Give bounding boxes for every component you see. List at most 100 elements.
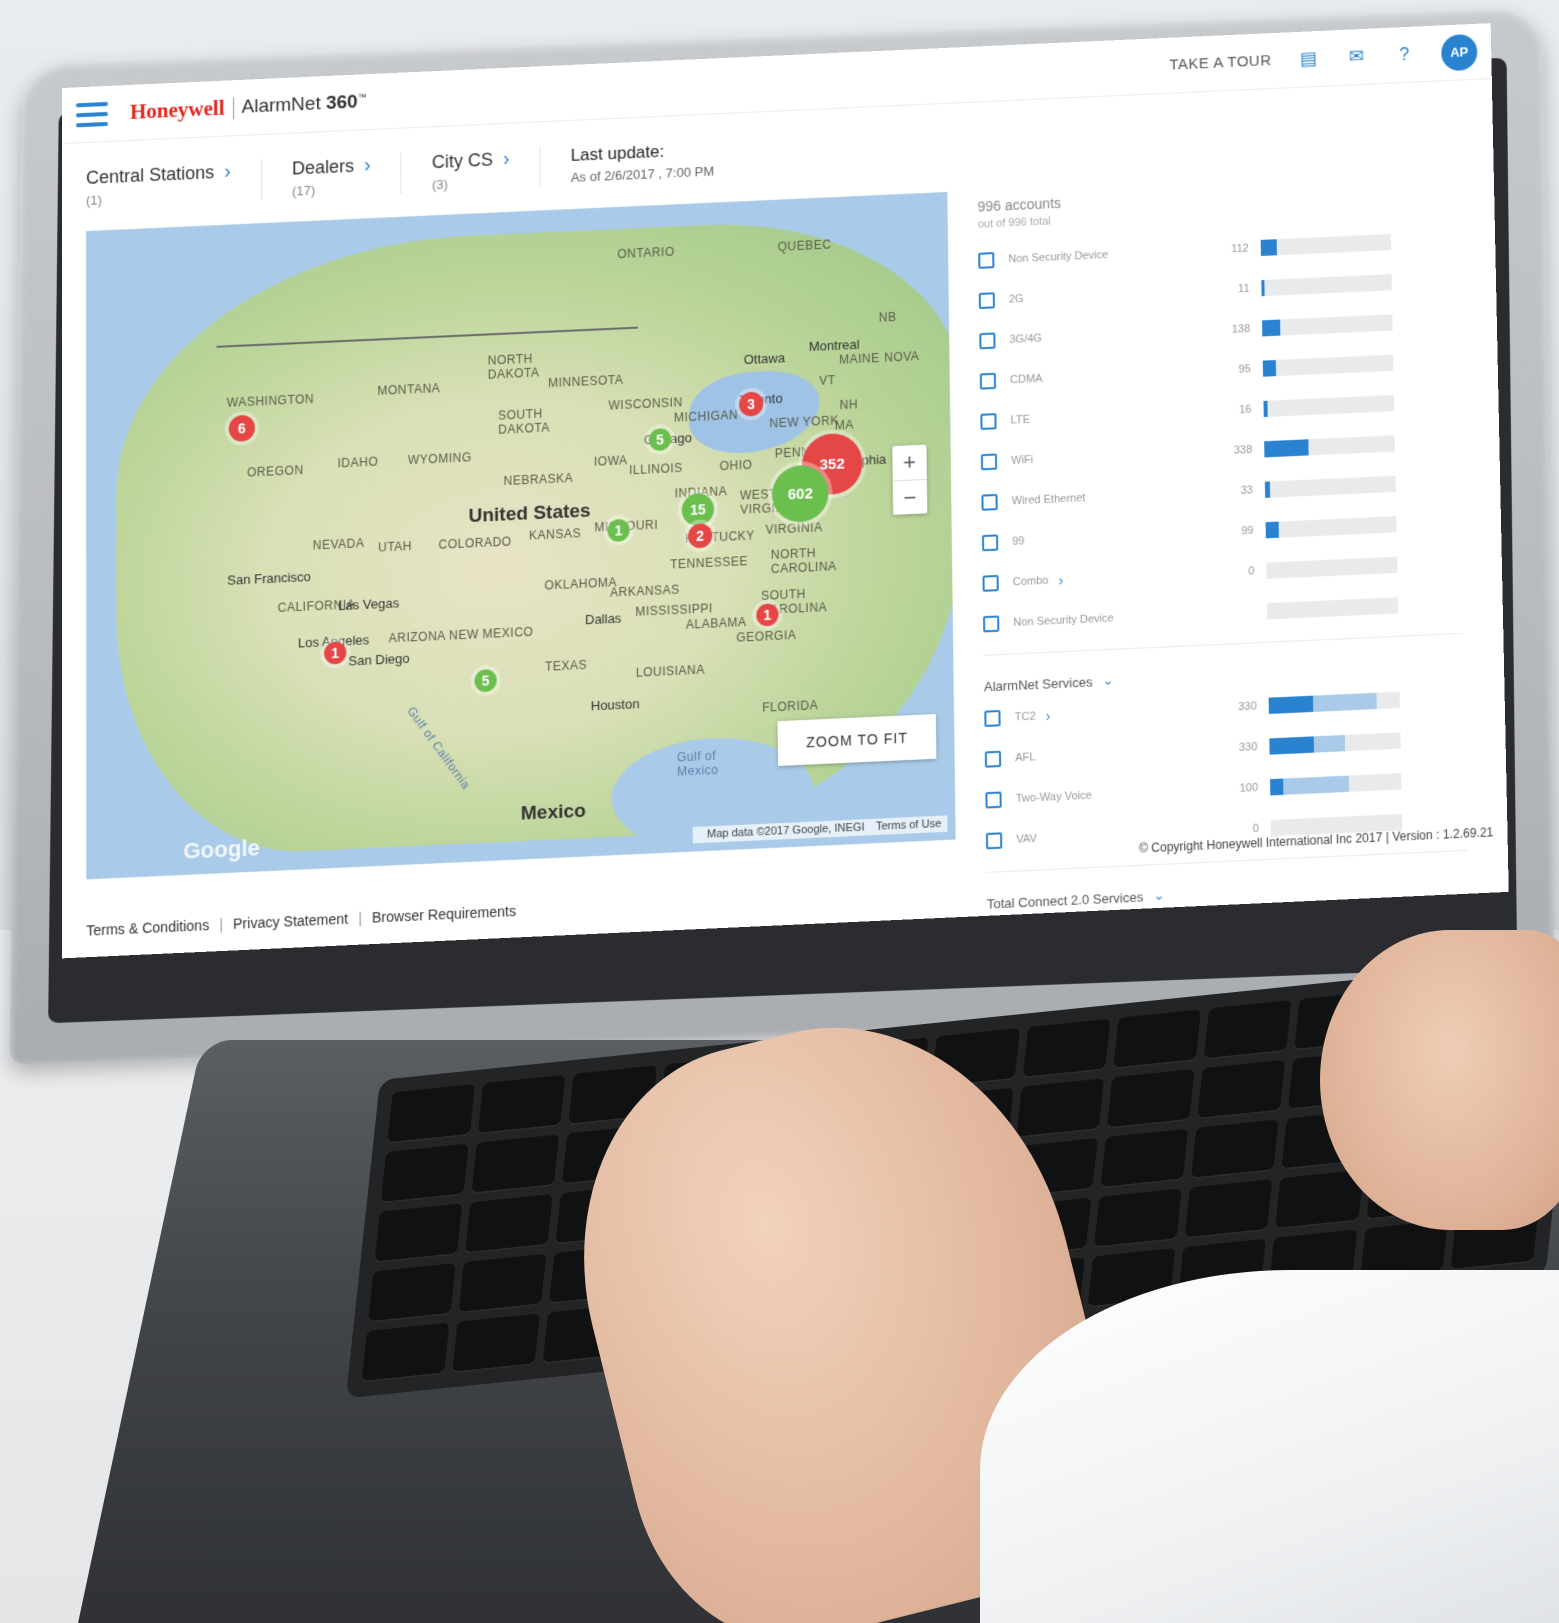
filter-bar [1262, 314, 1393, 337]
help-icon[interactable]: ? [1393, 43, 1415, 66]
filter-label: 99 [1012, 527, 1193, 548]
chevron-right-icon: › [1045, 707, 1051, 725]
service-label: Two-Way Voice [1015, 785, 1198, 806]
service-bar [1268, 691, 1400, 714]
crumb-central-stations[interactable]: Central Stations › (1) [86, 158, 263, 208]
filter-label: LTE [1010, 406, 1191, 427]
map-label-mexico: Mexico [520, 800, 586, 825]
crumb-city-cs[interactable]: City CS › (3) [431, 145, 541, 192]
last-update-value: As of 2/6/2017 , 7:00 PM [570, 162, 715, 185]
keyboard-key [374, 1203, 463, 1264]
google-logo: Google [183, 834, 260, 864]
mail-icon[interactable]: ✉ [1345, 45, 1367, 68]
filter-checkbox[interactable] [980, 453, 998, 471]
filter-checkbox[interactable] [978, 252, 995, 269]
service-bar [1270, 773, 1402, 796]
crumb-label: Dealers [291, 155, 355, 179]
keyboard-key [477, 1074, 567, 1135]
service-bar-fill [1268, 695, 1314, 714]
service-bar-fill [1269, 736, 1315, 755]
filter-bar [1263, 394, 1395, 418]
map-label-texas: TEXAS [544, 657, 588, 674]
filter-label: Combo › [1013, 566, 1194, 591]
keyboard-key [380, 1143, 469, 1204]
filter-label-text: CDMA [1009, 372, 1043, 387]
filter-checkbox[interactable] [981, 493, 998, 511]
map-label-michigan: MICHIGAN [673, 407, 739, 425]
filter-count: 16 [1239, 403, 1252, 417]
filter-count: 99 [1241, 524, 1254, 538]
keyboard-key [1015, 1078, 1104, 1139]
footer-separator: | [219, 916, 223, 933]
filter-label: Wired Ethernet [1012, 487, 1193, 508]
crumb-count: (17) [292, 182, 316, 199]
map-label-georgia: GEORGIA [736, 627, 797, 645]
map-label-wyoming: WYOMING [407, 450, 472, 468]
map-label-arizona: ARIZONA [388, 628, 446, 646]
service-checkbox[interactable] [984, 750, 1002, 768]
service-checkbox[interactable] [984, 709, 1001, 727]
keyboard-key [458, 1253, 547, 1314]
terms-of-use-link[interactable]: Terms of Use [876, 818, 942, 833]
filter-label-text: Non Security Device [1013, 612, 1114, 630]
filter-checkbox[interactable] [979, 332, 996, 350]
filter-count: 338 [1233, 443, 1253, 457]
filter-checkbox[interactable] [981, 534, 999, 552]
service-checkbox[interactable] [985, 791, 1002, 809]
map-label-ohio: OHIO [719, 457, 753, 474]
chevron-right-icon: › [364, 153, 371, 176]
hamburger-menu-icon[interactable] [76, 101, 109, 127]
map-label-illinois: ILLINOIS [629, 460, 683, 478]
product-version: 360 [325, 91, 358, 114]
chevron-right-icon: › [1058, 571, 1064, 589]
filter-label: Non Security Device [1008, 245, 1188, 266]
service-checkbox[interactable] [985, 832, 1003, 850]
filter-count: 11 [1237, 282, 1250, 296]
filter-count: 0 [1248, 565, 1255, 578]
service-count: 330 [1238, 740, 1258, 755]
filter-bar [1260, 234, 1392, 256]
account-map[interactable]: ONTARIO QUEBEC NORTH DAKOTA MINNESOTA MO… [86, 191, 956, 880]
zoom-in-button[interactable]: + [892, 445, 927, 481]
map-label-nh: NH [839, 397, 859, 413]
filter-bar-fill [1263, 400, 1268, 418]
map-label-alabama: ALABAMA [685, 614, 747, 632]
map-label-vt: VT [819, 373, 836, 388]
filter-label-text: Combo [1012, 574, 1049, 589]
crumb-label: Central Stations [86, 161, 215, 188]
chevron-right-icon: › [224, 159, 231, 183]
filter-bar [1261, 274, 1392, 297]
map-label-nb: NB [878, 309, 897, 325]
filter-checkbox[interactable] [982, 574, 999, 592]
filter-bar-fill [1264, 481, 1271, 498]
service-label-text: Two-Way Voice [1015, 789, 1092, 806]
take-a-tour-link[interactable]: TAKE A TOUR [1169, 52, 1271, 74]
filter-checkbox[interactable] [980, 413, 997, 430]
keyboard-key [1106, 1069, 1195, 1130]
crumb-label: City CS [431, 148, 493, 172]
service-bar-fill [1270, 778, 1284, 796]
filter-bar-fill [1261, 279, 1265, 297]
map-label-maine: MAINE [838, 350, 880, 367]
keyboard-key [452, 1313, 541, 1374]
chevron-down-icon: ⌄ [1102, 672, 1114, 688]
keyboard-key [1100, 1128, 1189, 1189]
keyboard-key [1022, 1018, 1111, 1079]
report-icon[interactable]: ▤ [1297, 47, 1319, 70]
filter-checkbox[interactable] [983, 615, 1000, 633]
zoom-to-fit-button[interactable]: ZOOM TO FIT [777, 713, 937, 767]
keyboard-key [471, 1134, 560, 1195]
filter-checkbox[interactable] [978, 292, 995, 310]
filter-checkbox[interactable] [979, 372, 997, 390]
city-dallas: Dallas [584, 610, 622, 628]
city-montreal: Montreal [808, 336, 860, 355]
zoom-out-button[interactable]: − [892, 478, 928, 515]
user-avatar[interactable]: AP [1440, 33, 1478, 71]
filter-label-text: 2G [1008, 292, 1024, 306]
product-name: AlarmNet 360™ [242, 91, 367, 119]
crumb-count: (3) [431, 176, 448, 192]
map-label-nevada: NEVADA [312, 535, 365, 553]
filter-bar-fill [1265, 521, 1279, 539]
crumb-dealers[interactable]: Dealers › (17) [291, 152, 402, 199]
filter-label: 3G/4G [1009, 326, 1190, 346]
